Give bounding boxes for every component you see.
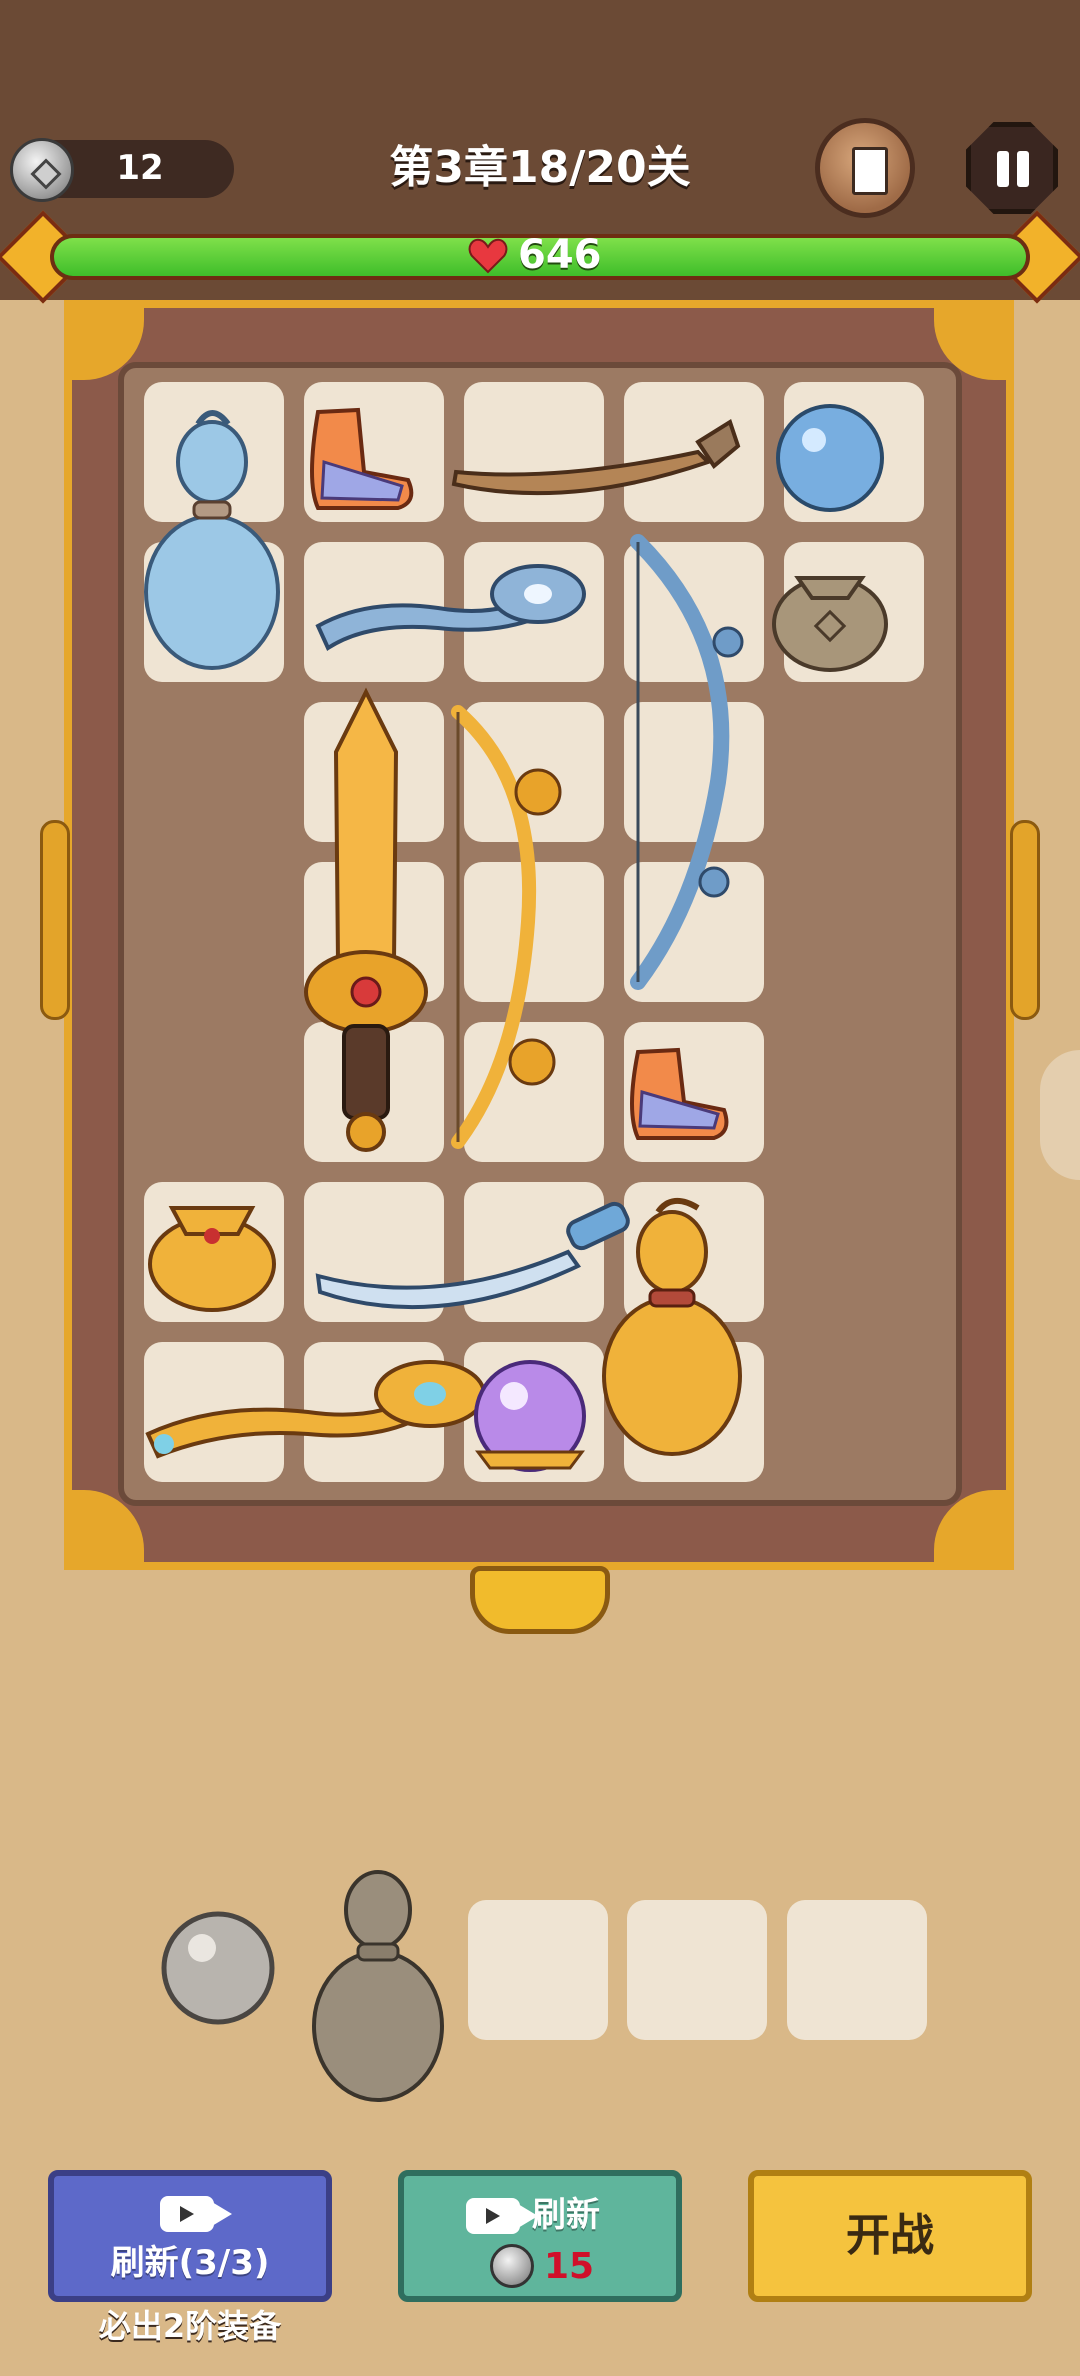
tray-slot-empty[interactable] [787,1900,927,2040]
frame-hinge-right [1010,820,1040,1020]
boots-orange-2-item[interactable] [630,1047,729,1140]
refresh-ad-caption: 必出2阶装备 [98,2307,282,2345]
orb-blue-item[interactable] [776,404,884,512]
scepter-blue-item[interactable] [315,564,586,651]
start-battle-button[interactable]: 开战 [748,2170,1032,2302]
side-drawer-tab[interactable] [1040,1050,1080,1180]
refresh-coin-button[interactable]: 刷新 15 [398,2170,682,2302]
video-icon [466,2198,538,2234]
board-items [144,404,888,1472]
heart-icon [468,238,508,274]
scepter-gold-item[interactable] [145,1360,486,1459]
gourd-blue-item[interactable] [144,410,280,670]
club-wood-item[interactable] [451,418,741,496]
frame-clasp [470,1566,610,1634]
crystal-orb-item[interactable] [474,1360,586,1472]
tray-items [161,1870,444,2102]
bow-gold-item[interactable] [451,705,562,1149]
book-icon[interactable] [815,118,915,218]
tray-slot-empty[interactable] [468,1900,608,2040]
level-title: 第3章18/20关 [389,142,691,193]
grey-gourd-item[interactable] [312,1870,444,2102]
bow-blue-item[interactable] [630,534,744,990]
grey-pearl-item[interactable] [161,1911,275,2025]
refresh-ad-label: 刷新(3/3) [110,2243,270,2283]
coin-icon [10,138,74,202]
hp-bar: 646 [0,210,1080,304]
frame-hinge-left [40,820,70,1020]
gourd-gold-item[interactable] [602,1198,742,1456]
refresh-coin-label: 刷新 [532,2195,600,2235]
tray-slot-empty[interactable] [627,1900,767,2040]
scimitar-blue-item[interactable] [315,1201,631,1310]
boots-orange-item[interactable] [310,407,414,510]
sword-gold-item[interactable] [304,687,428,1152]
hp-value: 646 [518,232,602,278]
coin-count: 12 [116,148,164,188]
inventory-board [118,362,962,1506]
refresh-ad-button[interactable]: 刷新(3/3) [48,2170,332,2302]
money-bag-item[interactable] [772,576,888,672]
start-battle-label: 开战 [846,2210,934,2261]
refresh-coin-cost: 15 [544,2246,595,2287]
video-icon [160,2196,232,2232]
coin-icon [490,2244,534,2288]
bag-gold-item[interactable] [148,1206,276,1312]
